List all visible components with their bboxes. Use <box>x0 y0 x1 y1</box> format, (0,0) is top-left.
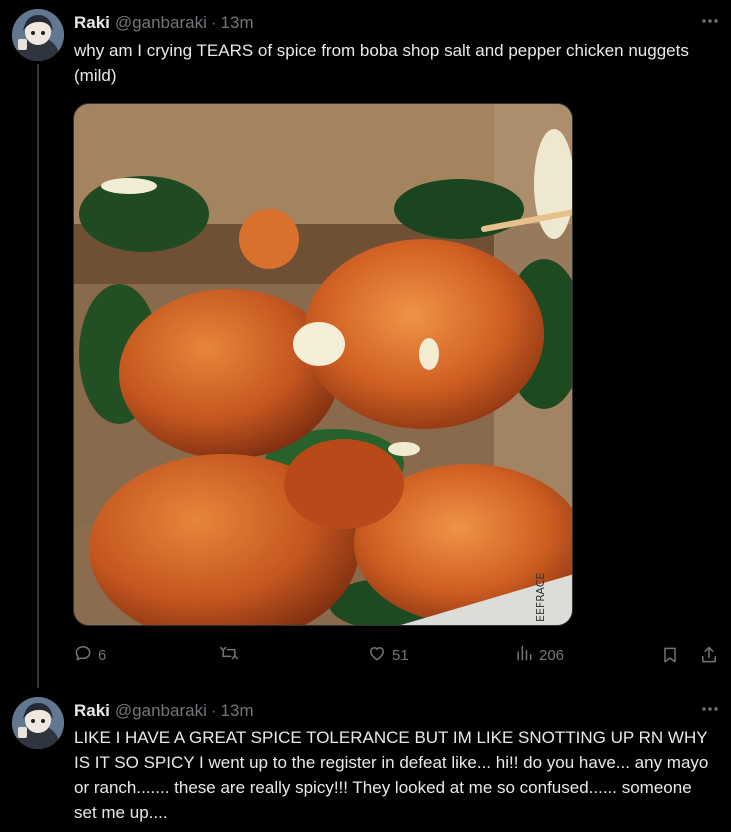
author-name[interactable]: Raki <box>74 701 110 721</box>
avatar[interactable] <box>12 697 64 749</box>
timestamp[interactable]: 13m <box>221 701 254 721</box>
reply-icon <box>73 643 93 667</box>
tweet-header: Raki @ganbaraki · 13m <box>74 700 254 722</box>
tweet-actions: 6 51 206 <box>73 642 723 668</box>
views-count: 206 <box>539 646 565 664</box>
tweet[interactable]: Raki @ganbaraki · 13m LIKE I HAVE A GREA… <box>0 688 731 832</box>
more-options-icon[interactable] <box>699 698 721 720</box>
avatar[interactable] <box>12 9 64 61</box>
repost-button[interactable] <box>219 642 244 668</box>
share-icon[interactable] <box>699 642 719 668</box>
like-count: 51 <box>392 646 409 664</box>
tweet-text: why am I crying TEARS of spice from boba… <box>74 41 689 85</box>
tweet-header: Raki @ganbaraki · 13m <box>74 12 254 34</box>
separator-dot: · <box>210 13 217 32</box>
separator-dot: · <box>210 701 217 720</box>
views-icon <box>514 643 534 667</box>
timestamp[interactable]: 13m <box>221 13 254 33</box>
author-handle[interactable]: @ganbaraki <box>115 13 207 33</box>
like-button[interactable]: 51 <box>367 642 409 668</box>
tweet-media-photo[interactable]: EEFRACE <box>73 103 573 626</box>
chicken-nuggets-photo: EEFRACE <box>74 104 572 625</box>
author-name[interactable]: Raki <box>74 13 110 33</box>
tweet-thread: Raki @ganbaraki · 13m why am I crying TE… <box>0 0 731 832</box>
views-button[interactable]: 206 <box>514 642 564 668</box>
reply-button[interactable]: 6 <box>73 642 106 668</box>
like-icon <box>367 643 387 667</box>
tweet[interactable]: Raki @ganbaraki · 13m why am I crying TE… <box>0 0 731 688</box>
avatar-image <box>12 9 64 61</box>
author-handle[interactable]: @ganbaraki <box>115 701 207 721</box>
avatar-image <box>12 697 64 749</box>
reply-count: 6 <box>98 646 107 664</box>
sauce-packet-label: EEFRACE <box>534 573 547 622</box>
tweet-text: LIKE I HAVE A GREAT SPICE TOLERANCE BUT … <box>74 728 709 822</box>
bookmark-icon[interactable] <box>660 642 680 668</box>
repost-icon <box>219 643 239 667</box>
more-options-icon[interactable] <box>699 10 721 32</box>
